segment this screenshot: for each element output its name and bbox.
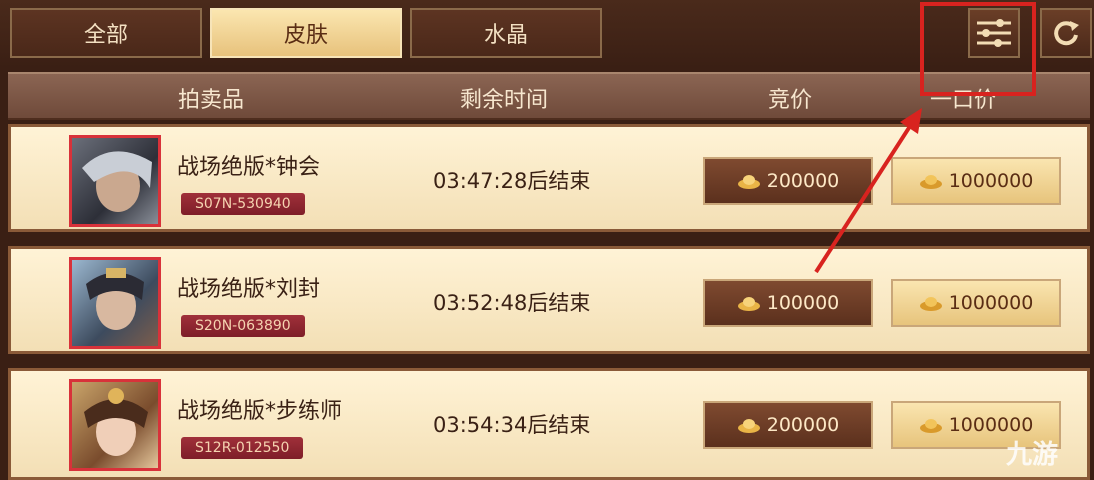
- gold-ingot-icon: [737, 419, 760, 433]
- table-row[interactable]: 战场绝版*刘封 S20N-063890 03:52:48后结束 100000 1…: [8, 246, 1090, 354]
- serial-badge: S07N-530940: [181, 193, 305, 215]
- table-row[interactable]: 战场绝版*步练师 S12R-012550 03:54:34后结束 200000 …: [8, 368, 1090, 480]
- column-item: 拍卖品: [178, 88, 245, 113]
- bid-button[interactable]: 100000: [703, 279, 873, 327]
- avatar: [69, 379, 161, 471]
- remaining-time: 03:52:48后结束: [433, 291, 591, 315]
- item-name: 战场绝版*刘封: [177, 277, 321, 302]
- gold-ingot-icon: [919, 419, 942, 433]
- avatar: [69, 135, 161, 227]
- remaining-time: 03:54:34后结束: [433, 413, 591, 437]
- bid-button[interactable]: 200000: [703, 157, 873, 205]
- buyout-button[interactable]: 1000000: [891, 157, 1061, 205]
- tab-skins[interactable]: 皮肤: [210, 8, 402, 58]
- tab-crystal[interactable]: 水晶: [410, 8, 602, 58]
- bid-amount: 200000: [766, 170, 840, 192]
- item-name: 战场绝版*钟会: [177, 155, 321, 180]
- bid-button[interactable]: 200000: [703, 401, 873, 449]
- serial-badge: S20N-063890: [181, 315, 305, 337]
- remaining-time: 03:47:28后结束: [433, 169, 591, 193]
- gold-ingot-icon: [919, 175, 942, 189]
- tab-all[interactable]: 全部: [10, 8, 202, 58]
- gold-ingot-icon: [737, 175, 760, 189]
- refresh-button[interactable]: [1040, 8, 1092, 58]
- bid-amount: 200000: [766, 414, 840, 436]
- bid-amount: 100000: [766, 292, 840, 314]
- buyout-amount: 1000000: [948, 170, 1034, 192]
- item-name: 战场绝版*步练师: [177, 399, 343, 424]
- refresh-icon: [1054, 21, 1079, 46]
- gold-ingot-icon: [919, 297, 942, 311]
- buyout-amount: 1000000: [948, 414, 1034, 436]
- watermark: 九游: [1006, 440, 1059, 470]
- table-row[interactable]: 战场绝版*钟会 S07N-530940 03:47:28后结束 200000 1…: [8, 124, 1090, 232]
- gold-ingot-icon: [737, 297, 760, 311]
- column-bid: 竞价: [768, 88, 813, 113]
- avatar: [69, 257, 161, 349]
- serial-badge: S12R-012550: [181, 437, 304, 459]
- buyout-amount: 1000000: [948, 292, 1034, 314]
- buyout-button[interactable]: 1000000: [891, 279, 1061, 327]
- annotation-highlight-box: [920, 2, 1036, 96]
- column-remaining: 剩余时间: [460, 88, 549, 113]
